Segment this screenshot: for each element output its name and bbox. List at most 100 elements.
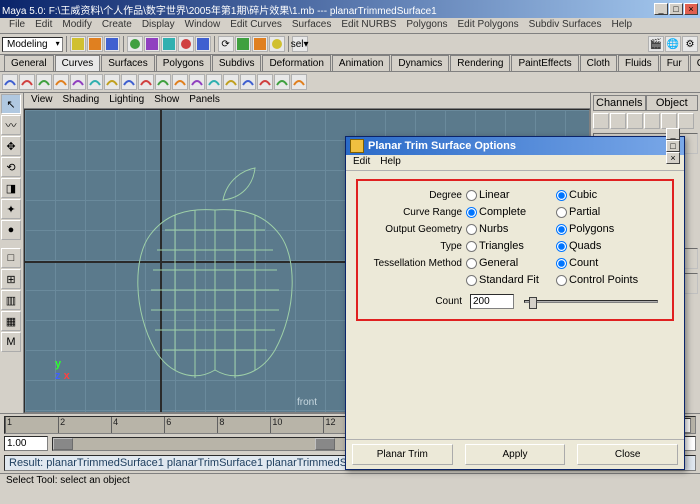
shelf-tab-subdivs[interactable]: Subdivs	[212, 55, 262, 71]
shelf-curve-icon[interactable]	[2, 74, 18, 90]
shelf-tab-deformation[interactable]: Deformation	[262, 55, 330, 71]
channel-icon[interactable]	[610, 113, 626, 129]
range-start-input[interactable]	[4, 436, 48, 451]
shelf-curve-icon[interactable]	[240, 74, 256, 90]
dialog-menu-help[interactable]: Help	[377, 155, 404, 170]
snap-grid-icon[interactable]	[161, 36, 177, 52]
shelf-tab-curves[interactable]: Curves	[55, 55, 101, 71]
render-globals-icon[interactable]	[269, 36, 285, 52]
count-slider[interactable]	[524, 300, 658, 303]
shelf-tab-painteffects[interactable]: PaintEffects	[511, 55, 578, 71]
menu-subdiv-surfaces[interactable]: Subdiv Surfaces	[524, 18, 607, 33]
radio-control points[interactable]	[556, 275, 567, 286]
channel-icon[interactable]	[644, 113, 660, 129]
radio-linear[interactable]	[466, 190, 477, 201]
shelf-tab-rendering[interactable]: Rendering	[450, 55, 510, 71]
select-tool[interactable]: ↖	[1, 94, 21, 114]
dialog-close-button[interactable]: ×	[666, 152, 680, 164]
radio-standard fit[interactable]	[466, 275, 477, 286]
minimize-button[interactable]: _	[654, 3, 668, 15]
tab-channels[interactable]: Channels	[593, 95, 646, 111]
single-view-icon[interactable]: □	[1, 248, 21, 268]
menu-modify[interactable]: Modify	[57, 18, 96, 33]
shelf-tab-fluids[interactable]: Fluids	[618, 55, 659, 71]
tab-object[interactable]: Object	[646, 95, 699, 111]
shelf-tab-polygons[interactable]: Polygons	[156, 55, 211, 71]
vp-menu-shading[interactable]: Shading	[60, 93, 103, 108]
range-start-knob[interactable]	[53, 438, 73, 450]
menu-edit-polygons[interactable]: Edit Polygons	[453, 18, 524, 33]
channel-icon[interactable]	[661, 113, 677, 129]
vp-menu-panels[interactable]: Panels	[186, 93, 223, 108]
radio-partial[interactable]	[556, 207, 567, 218]
radio-complete[interactable]	[466, 207, 477, 218]
shelf-tab-surfaces[interactable]: Surfaces	[101, 55, 154, 71]
shelf-curve-icon[interactable]	[257, 74, 273, 90]
maximize-button[interactable]: □	[669, 3, 683, 15]
radio-nurbs[interactable]	[466, 224, 477, 235]
input-line-icon[interactable]: sel▾	[292, 36, 308, 52]
menu-help[interactable]: Help	[607, 18, 638, 33]
shelf-tab-general[interactable]: General	[4, 55, 54, 71]
shelf-curve-icon[interactable]	[53, 74, 69, 90]
menu-edit-curves[interactable]: Edit Curves	[225, 18, 287, 33]
slider-thumb[interactable]	[529, 297, 537, 309]
shelf-curve-icon[interactable]	[274, 74, 290, 90]
save-scene-icon[interactable]	[104, 36, 120, 52]
radio-polygons[interactable]	[556, 224, 567, 235]
shelf-curve-icon[interactable]	[223, 74, 239, 90]
move-tool[interactable]: ✥	[1, 136, 21, 156]
radio-general[interactable]	[466, 258, 477, 269]
shelf-curve-icon[interactable]	[19, 74, 35, 90]
shelf-tab-dynamics[interactable]: Dynamics	[391, 55, 449, 71]
close-button[interactable]: Close	[577, 444, 678, 465]
globe-icon[interactable]: 🌐	[665, 36, 681, 52]
gear-icon[interactable]: ⚙	[682, 36, 698, 52]
shelf-tab-cloth[interactable]: Cloth	[580, 55, 617, 71]
persp-outliner-icon[interactable]: ▥	[1, 290, 21, 310]
rotate-tool[interactable]: ⟲	[1, 157, 21, 177]
mode-dropdown[interactable]: Modeling	[2, 37, 63, 52]
dialog-menu-edit[interactable]: Edit	[350, 155, 373, 170]
shelf-curve-icon[interactable]	[155, 74, 171, 90]
shelf-curve-icon[interactable]	[172, 74, 188, 90]
new-scene-icon[interactable]	[70, 36, 86, 52]
shelf-curve-icon[interactable]	[291, 74, 307, 90]
script-icon[interactable]: M	[1, 332, 21, 352]
snap-curve-icon[interactable]	[178, 36, 194, 52]
clapboard-icon[interactable]: 🎬	[648, 36, 664, 52]
shelf-curve-icon[interactable]	[138, 74, 154, 90]
lasso-tool[interactable]: 〰	[1, 115, 21, 135]
snap-point-icon[interactable]	[195, 36, 211, 52]
dialog-minimize-button[interactable]: _	[666, 128, 680, 140]
menu-edit-nurbs[interactable]: Edit NURBS	[336, 18, 401, 33]
radio-count[interactable]	[556, 258, 567, 269]
radio-triangles[interactable]	[466, 241, 477, 252]
shelf-curve-icon[interactable]	[206, 74, 222, 90]
range-end-knob[interactable]	[315, 438, 335, 450]
channel-icon[interactable]	[678, 113, 694, 129]
open-scene-icon[interactable]	[87, 36, 103, 52]
ipr-render-icon[interactable]	[252, 36, 268, 52]
scale-tool[interactable]: ◨	[1, 178, 21, 198]
shelf-tab-fur[interactable]: Fur	[660, 55, 689, 71]
vp-menu-show[interactable]: Show	[151, 93, 182, 108]
shelf-curve-icon[interactable]	[104, 74, 120, 90]
select-by-type-icon[interactable]	[127, 36, 143, 52]
menu-create[interactable]: Create	[97, 18, 137, 33]
shelf-curve-icon[interactable]	[70, 74, 86, 90]
count-input[interactable]	[470, 294, 514, 309]
close-button[interactable]: ×	[684, 3, 698, 15]
vp-menu-lighting[interactable]: Lighting	[106, 93, 147, 108]
render-icon[interactable]	[235, 36, 251, 52]
select-hierarchy-icon[interactable]	[144, 36, 160, 52]
shelf-curve-icon[interactable]	[121, 74, 137, 90]
radio-cubic[interactable]	[556, 190, 567, 201]
menu-surfaces[interactable]: Surfaces	[287, 18, 336, 33]
menu-polygons[interactable]: Polygons	[401, 18, 452, 33]
manip-tool[interactable]: ✦	[1, 199, 21, 219]
menu-display[interactable]: Display	[137, 18, 180, 33]
menu-file[interactable]: File	[4, 18, 30, 33]
menu-edit[interactable]: Edit	[30, 18, 57, 33]
shelf-tab-custom[interactable]: Custom	[690, 55, 700, 71]
